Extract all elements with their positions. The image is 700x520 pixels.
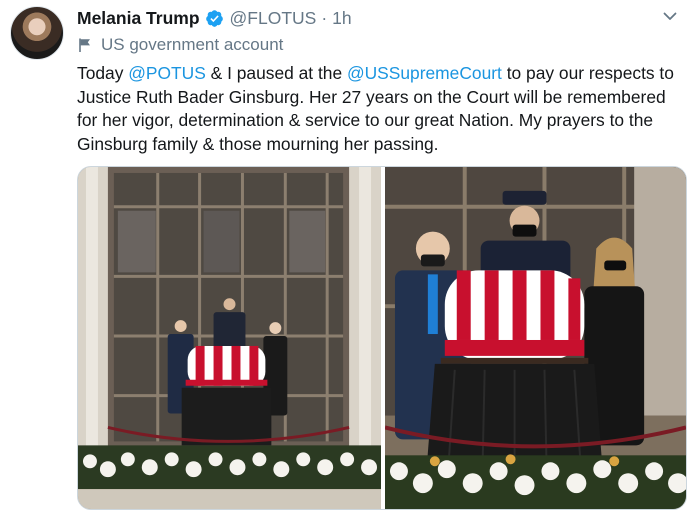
flag-icon bbox=[77, 37, 93, 53]
photo-1[interactable] bbox=[78, 167, 381, 509]
tweet-text: Today @POTUS & I paused at the @USSuprem… bbox=[77, 62, 689, 156]
media-grid bbox=[77, 166, 687, 510]
mention-potus-link[interactable]: @POTUS bbox=[128, 63, 206, 83]
timestamp[interactable]: 1h bbox=[332, 8, 351, 29]
tweet-text-part: & I paused at the bbox=[205, 63, 347, 83]
tweet-text-part: Today bbox=[77, 63, 129, 83]
separator-dot: · bbox=[321, 7, 328, 28]
handle[interactable]: @FLOTUS bbox=[230, 8, 317, 29]
avatar[interactable] bbox=[10, 6, 64, 60]
tweet[interactable]: Melania Trump @FLOTUS · 1h US government… bbox=[0, 0, 700, 520]
chevron-down-icon[interactable] bbox=[662, 8, 678, 24]
government-account-text: US government account bbox=[101, 35, 284, 54]
display-name[interactable]: Melania Trump bbox=[77, 8, 200, 29]
verified-badge-icon bbox=[205, 9, 224, 28]
photo-2[interactable] bbox=[385, 167, 686, 509]
government-account-label[interactable]: US government account bbox=[77, 34, 283, 56]
tweet-header: Melania Trump @FLOTUS · 1h bbox=[77, 6, 660, 30]
mention-ussupremecourt-link[interactable]: @USSupremeCourt bbox=[347, 63, 502, 83]
